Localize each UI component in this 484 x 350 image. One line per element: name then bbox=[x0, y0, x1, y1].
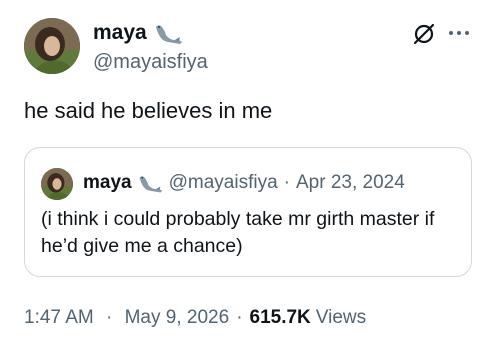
tweet-time: 1:47 AM bbox=[24, 307, 94, 328]
quoted-tweet-text: (i think i could probably take mr girth … bbox=[41, 208, 435, 257]
seal-emoji-icon bbox=[155, 25, 182, 44]
quoted-author-name: maya bbox=[83, 172, 132, 193]
views-label: Views bbox=[315, 307, 367, 328]
profile-photo-icon bbox=[24, 18, 80, 74]
views-count: 615.7K bbox=[249, 307, 311, 328]
tweet-time-link[interactable]: 1:47 AM · May 9, 2026 bbox=[24, 305, 229, 331]
author-display-name[interactable]: maya bbox=[93, 20, 147, 46]
quoted-tweet-card[interactable]: maya @mayaisfiya · Apr 23, 2024 (i think… bbox=[24, 147, 472, 277]
quoted-tweet-date: Apr 23, 2024 bbox=[295, 172, 405, 193]
quoted-separator: · bbox=[283, 172, 290, 193]
author-avatar[interactable] bbox=[24, 18, 80, 74]
author-name-row[interactable]: maya bbox=[93, 20, 183, 46]
grok-icon[interactable] bbox=[412, 22, 436, 46]
tweet-meta: 1:47 AM · May 9, 2026 · 615.7K Views bbox=[24, 305, 366, 331]
profile-photo-icon bbox=[41, 168, 73, 200]
meta-separator: · bbox=[106, 307, 113, 328]
quoted-author-avatar bbox=[41, 168, 73, 200]
seal-emoji-icon bbox=[139, 176, 162, 193]
more-options-icon[interactable] bbox=[446, 20, 472, 46]
quoted-tweet-header: maya @mayaisfiya · Apr 23, 2024 bbox=[83, 170, 405, 196]
tweet-date: May 9, 2026 bbox=[124, 307, 230, 328]
author-handle[interactable]: @mayaisfiya bbox=[93, 50, 208, 74]
quoted-author-handle: @mayaisfiya bbox=[168, 172, 278, 193]
meta-separator: · bbox=[236, 307, 243, 328]
tweet-text: he said he believes in me bbox=[24, 98, 273, 123]
